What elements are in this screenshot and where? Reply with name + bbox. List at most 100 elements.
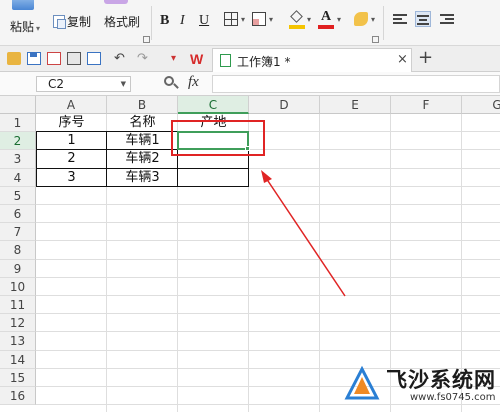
column-header-g[interactable]: G bbox=[462, 96, 500, 114]
close-icon[interactable]: × bbox=[397, 52, 408, 67]
print-preview-icon[interactable] bbox=[87, 52, 101, 65]
gridline bbox=[36, 258, 500, 260]
cell-a2[interactable]: 1 bbox=[36, 132, 107, 150]
italic-button[interactable]: I bbox=[180, 12, 185, 30]
paste-button[interactable]: 粘贴 ▾ bbox=[0, 0, 52, 44]
cell-a4[interactable]: 3 bbox=[36, 169, 107, 187]
insert-function-button[interactable]: fx bbox=[188, 74, 199, 91]
chevron-down-icon[interactable]: ▼ bbox=[121, 80, 126, 88]
row-header-12[interactable]: 12 bbox=[0, 314, 36, 333]
search-icon[interactable] bbox=[164, 76, 179, 90]
row-header-1[interactable]: 1 bbox=[0, 114, 36, 133]
format-painter-label: 格式刷 bbox=[104, 15, 141, 29]
export-pdf-icon[interactable] bbox=[47, 52, 61, 65]
gridline bbox=[36, 295, 500, 296]
tab-workbook[interactable]: 工作簿1 * × bbox=[212, 48, 412, 72]
chevron-down-icon[interactable]: ▾ bbox=[307, 15, 311, 24]
select-all-corner[interactable] bbox=[0, 96, 36, 114]
clear-format-icon[interactable] bbox=[354, 12, 368, 26]
customize-toolbar-icon[interactable]: ▾ bbox=[171, 52, 185, 65]
column-header-c[interactable]: C bbox=[178, 96, 249, 114]
row-header-8[interactable]: 8 bbox=[0, 241, 36, 260]
clipboard-dialog-launcher[interactable] bbox=[143, 36, 150, 43]
copy-button[interactable]: 复制 bbox=[53, 13, 91, 29]
font-color-label: A bbox=[320, 9, 332, 24]
watermark: 飞沙系统网 www.fs0745.com bbox=[340, 361, 500, 412]
column-header-f[interactable]: F bbox=[391, 96, 462, 114]
ribbon-toolbar: 粘贴 ▾ 复制 格式刷 B I U ▾ ▾ ▾ A ▾ ▾ bbox=[0, 0, 500, 46]
align-left-button[interactable] bbox=[392, 11, 408, 27]
font-color-swatch bbox=[318, 25, 334, 29]
gridline bbox=[36, 204, 500, 205]
name-box-value: C2 bbox=[48, 77, 65, 91]
row-header-7[interactable]: 7 bbox=[0, 223, 36, 242]
name-box[interactable]: C2 ▼ bbox=[36, 76, 131, 92]
row-header-10[interactable]: 10 bbox=[0, 277, 36, 296]
divider bbox=[151, 6, 152, 40]
cell-b1[interactable]: 名称 bbox=[107, 114, 178, 132]
paste-icon bbox=[12, 0, 34, 10]
table-border bbox=[36, 167, 249, 169]
cell-b2[interactable]: 车辆1 bbox=[107, 132, 178, 150]
spreadsheet-file-icon bbox=[220, 54, 231, 67]
cell-style-button[interactable] bbox=[252, 12, 266, 26]
row-header-16[interactable]: 16 bbox=[0, 387, 36, 406]
chevron-down-icon[interactable]: ▾ bbox=[269, 15, 273, 24]
column-header-e[interactable]: E bbox=[320, 96, 391, 114]
row-header-13[interactable]: 13 bbox=[0, 332, 36, 351]
formula-input[interactable] bbox=[212, 75, 500, 93]
row-header-11[interactable]: 11 bbox=[0, 296, 36, 315]
row-header-4[interactable]: 4 bbox=[0, 168, 36, 187]
gridline bbox=[36, 276, 500, 278]
annotation-highlight-box bbox=[171, 120, 265, 156]
align-right-button[interactable] bbox=[439, 11, 455, 27]
underline-button[interactable]: U bbox=[199, 12, 209, 30]
chevron-down-icon[interactable]: ▾ bbox=[241, 15, 245, 24]
quick-access-toolbar: ↶ ↷ ▾ W 工作簿1 * × + bbox=[0, 46, 500, 72]
gridline bbox=[36, 240, 500, 242]
row-header-6[interactable]: 6 bbox=[0, 205, 36, 224]
column-header-a[interactable]: A bbox=[36, 96, 107, 114]
cell-b4[interactable]: 车辆3 bbox=[107, 169, 178, 187]
fill-color-button[interactable] bbox=[289, 10, 305, 29]
format-painter-icon bbox=[104, 0, 128, 4]
paint-bucket-icon bbox=[290, 10, 303, 23]
watermark-url: www.fs0745.com bbox=[410, 392, 496, 403]
row-header-3[interactable]: 3 bbox=[0, 150, 36, 169]
font-color-button[interactable]: A bbox=[318, 9, 334, 29]
chevron-down-icon[interactable]: ▾ bbox=[337, 15, 341, 24]
divider bbox=[383, 6, 384, 40]
print-icon[interactable] bbox=[67, 52, 81, 65]
format-painter-button[interactable]: 格式刷 bbox=[104, 13, 140, 30]
row-header-5[interactable]: 5 bbox=[0, 186, 36, 205]
new-tab-button[interactable]: + bbox=[418, 48, 433, 68]
open-folder-icon[interactable] bbox=[7, 52, 21, 65]
wps-logo[interactable]: W bbox=[190, 51, 203, 67]
watermark-name: 飞沙系统网 bbox=[386, 368, 496, 392]
chevron-down-icon[interactable]: ▾ bbox=[371, 15, 375, 24]
align-center-button[interactable] bbox=[415, 11, 431, 27]
cell-a3[interactable]: 2 bbox=[36, 150, 107, 168]
row-header-15[interactable]: 15 bbox=[0, 368, 36, 387]
borders-button[interactable] bbox=[224, 12, 238, 26]
redo-icon[interactable]: ↷ bbox=[137, 52, 153, 65]
formula-bar: C2 ▼ fx bbox=[0, 72, 500, 96]
table-border bbox=[36, 185, 249, 187]
cell-a1[interactable]: 序号 bbox=[36, 114, 107, 132]
tab-title: 工作簿1 * bbox=[237, 55, 291, 69]
cell-b3[interactable]: 车辆2 bbox=[107, 150, 178, 168]
undo-icon[interactable]: ↶ bbox=[114, 52, 130, 65]
bold-button[interactable]: B bbox=[160, 12, 169, 30]
paste-label: 粘贴 bbox=[10, 20, 35, 34]
gridline bbox=[36, 331, 500, 333]
table-border bbox=[36, 132, 37, 187]
row-header-14[interactable]: 14 bbox=[0, 350, 36, 369]
chevron-down-icon: ▾ bbox=[36, 24, 41, 33]
font-dialog-launcher[interactable] bbox=[372, 36, 379, 43]
row-header-9[interactable]: 9 bbox=[0, 259, 36, 278]
column-header-d[interactable]: D bbox=[249, 96, 320, 114]
save-icon[interactable] bbox=[27, 52, 41, 65]
row-header-2[interactable]: 2 bbox=[0, 132, 36, 151]
site-logo-icon bbox=[344, 365, 380, 400]
column-header-b[interactable]: B bbox=[107, 96, 178, 114]
